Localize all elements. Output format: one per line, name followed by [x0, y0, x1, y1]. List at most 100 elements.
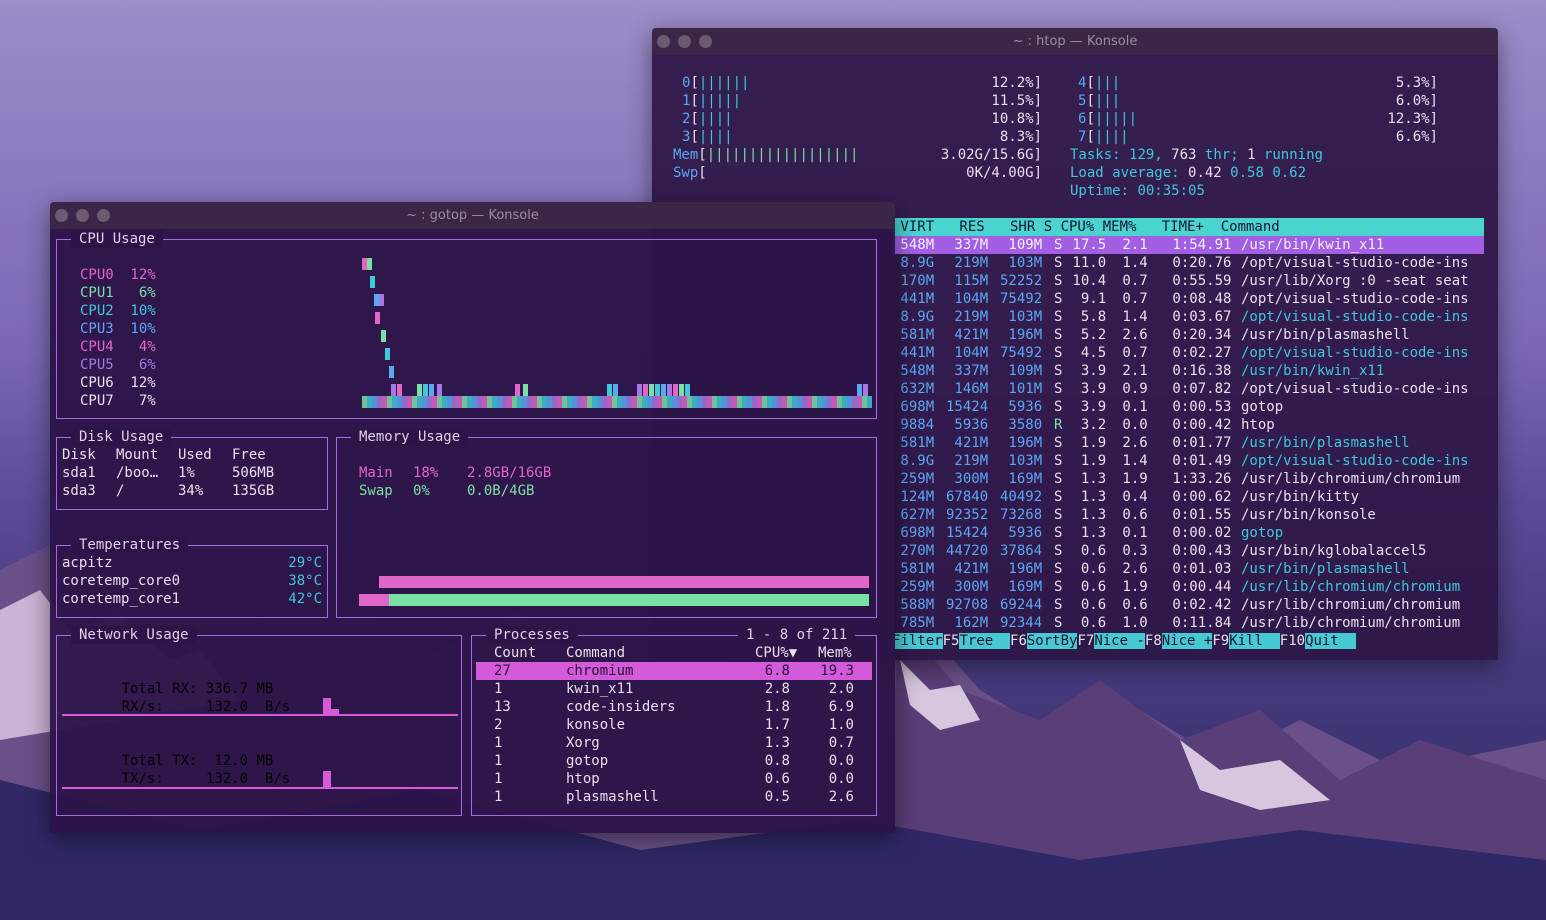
- cpu-bar: ||||: [1094, 129, 1129, 145]
- process-row[interactable]: 1 Xorg 1.3 0.7: [476, 734, 872, 752]
- htop-cell-mem: 0.6: [1114, 507, 1148, 523]
- process-row[interactable]: 2 konsole 1.7 1.0: [476, 716, 872, 734]
- htop-process-row[interactable]: 441M 104M 75492 S 4.5 0.7 0:02.27/opt/visu…: [892, 344, 1484, 362]
- cpu-percent: 10%: [130, 321, 156, 337]
- htop-load-average: Load average: 0.42 0.58 0.62: [1070, 164, 1306, 182]
- cpu-usage-panel: CPU Usage CPU0 12% CPU1 6% CPU2 10% CPU3 10% CPU…: [56, 230, 877, 419]
- htop-cell-time: 0:00.43: [1164, 543, 1232, 559]
- htop-process-row[interactable]: 8.9G 219M 103M S 11.0 1.4 0:20.76/opt/vis…: [892, 254, 1484, 272]
- gotop-titlebar[interactable]: ~ : gotop — Konsole: [50, 202, 895, 229]
- process-row[interactable]: 1 htop 0.6 0.0: [476, 770, 872, 788]
- process-mem: 0.7: [828, 735, 854, 751]
- htop-process-row[interactable]: 627M 92352 73268 S 1.3 0.6 0:01.55/usr/bin/…: [892, 506, 1484, 524]
- process-count: 1: [494, 771, 503, 787]
- process-row[interactable]: 1 gotop 0.8 0.0: [476, 752, 872, 770]
- cpu-percent: 8.3%]: [999, 129, 1042, 145]
- htop-cell-res: 5936: [946, 417, 989, 433]
- process-count: 1: [494, 735, 503, 751]
- htop-cell-shr: 40492: [1000, 489, 1043, 505]
- htop-process-row[interactable]: 441M 104M 75492 S 9.1 0.7 0:08.48/opt/visu…: [892, 290, 1484, 308]
- process-cpu: 6.8: [764, 663, 790, 679]
- htop-cell-virt: 548M: [892, 237, 935, 253]
- maximize-button[interactable]: [76, 209, 89, 222]
- process-row[interactable]: 13 code-insiders 1.8 6.9: [476, 698, 872, 716]
- htop-cell-mem: 0.0: [1114, 417, 1148, 433]
- process-row[interactable]: 1 plasmashell 0.5 2.6: [476, 788, 872, 806]
- htop-cell-cpu: 1.9: [1064, 453, 1107, 469]
- maximize-button[interactable]: [678, 35, 691, 48]
- fkey-label: Nice +: [1161, 633, 1213, 649]
- process-row[interactable]: 1 kwin_x11 2.8 2.0: [476, 680, 872, 698]
- htop-titlebar[interactable]: ~ : htop — Konsole: [652, 28, 1498, 55]
- cpu-history-mark: [397, 384, 402, 396]
- htop-cell-s: S: [1054, 453, 1063, 469]
- htop-process-row[interactable]: 548M 337M 109M S 17.5 2.1 1:54.91/usr/bin…: [892, 236, 1484, 254]
- rx-rate-label: RX/s:: [121, 699, 164, 715]
- disk-cell: 135GB: [232, 483, 275, 499]
- fkey-action-1[interactable]: Tree: [959, 633, 1011, 649]
- tasks-label: Tasks:: [1070, 147, 1121, 163]
- htop-cell-s: S: [1054, 381, 1063, 397]
- process-mem: 1.0: [828, 717, 854, 733]
- process-command: code-insiders: [566, 699, 676, 715]
- htop-process-row[interactable]: 632M 146M 101M S 3.9 0.9 0:07.82/opt/visu…: [892, 380, 1484, 398]
- htop-cell-res: 67840: [946, 489, 989, 505]
- htop-process-row[interactable]: 9884 5936 3580 R 3.2 0.0 0:00.42 htop: [892, 416, 1484, 434]
- cpu-name: CPU0: [80, 267, 114, 283]
- fkey-action-0[interactable]: Filter: [892, 633, 943, 649]
- htop-cell-mem: 0.1: [1114, 525, 1148, 541]
- htop-cell-s: S: [1054, 327, 1063, 343]
- fkey-action-6[interactable]: Quit: [1305, 633, 1356, 649]
- htop-cell-s: S: [1054, 579, 1063, 595]
- htop-cell-cpu: 3.9: [1064, 363, 1107, 379]
- htop-cell-res: 15424: [946, 399, 989, 415]
- htop-process-row[interactable]: 8.9G 219M 103M S 5.8 1.4 0:03.67/opt/visu…: [892, 308, 1484, 326]
- htop-cell-s: S: [1054, 489, 1063, 505]
- cpu-history-mark: [649, 384, 654, 396]
- htop-cell-res: 337M: [946, 363, 989, 379]
- htop-cell-time: 0:01.77: [1164, 435, 1232, 451]
- htop-process-row[interactable]: 270M 44720 37864 S 0.6 0.3 0:00.43/usr/bin/…: [892, 542, 1484, 560]
- process-cpu: 1.3: [764, 735, 790, 751]
- htop-process-row[interactable]: 259M 300M 169M S 0.6 1.9 0:00.44/usr/lib/…: [892, 578, 1484, 596]
- htop-cell-cmd: /usr/lib/chromium/chromium: [1241, 471, 1461, 487]
- close-button[interactable]: [55, 209, 68, 222]
- close-button[interactable]: [657, 35, 670, 48]
- process-row[interactable]: 27 chromium 6.8 19.3: [476, 662, 872, 680]
- fkey-action-5[interactable]: Kill: [1229, 633, 1280, 649]
- htop-table-header[interactable]: VIRT RES SHR S CPU% MEM% TIME+ Command: [892, 218, 1484, 236]
- htop-process-row[interactable]: 698M 15424 5936 S 1.3 0.1 0:00.02 gotop: [892, 524, 1484, 542]
- htop-cell-shr: 75492: [1000, 291, 1043, 307]
- htop-process-row[interactable]: 698M 15424 5936 S 3.9 0.1 0:00.53 gotop: [892, 398, 1484, 416]
- bracket: [: [690, 75, 699, 91]
- htop-process-row[interactable]: 124M 67840 40492 S 1.3 0.4 0:00.62/usr/bin/…: [892, 488, 1484, 506]
- fkey-f6: F6: [1010, 633, 1027, 649]
- htop-process-row[interactable]: 785M 162M 92344 S 0.6 1.0 0:11.84/usr/lib/…: [892, 614, 1484, 632]
- htop-process-row[interactable]: 581M 421M 196M S 0.6 2.6 0:01.03/usr/bin/…: [892, 560, 1484, 578]
- process-cpu: 1.7: [764, 717, 790, 733]
- minimize-button[interactable]: [97, 209, 110, 222]
- minimize-button[interactable]: [699, 35, 712, 48]
- htop-cell-s: S: [1054, 615, 1063, 631]
- htop-process-row[interactable]: 259M 300M 169M S 1.3 1.9 1:33.26/usr/lib/…: [892, 470, 1484, 488]
- htop-process-row[interactable]: 170M 115M 52252 S 10.4 0.7 0:55.59/usr/lib…: [892, 272, 1484, 290]
- htop-cell-res: 421M: [946, 561, 989, 577]
- fkey-action-4[interactable]: Nice +: [1161, 633, 1213, 649]
- htop-process-row[interactable]: 588M 92708 69244 S 0.6 0.6 0:02.42/usr/lib/…: [892, 596, 1484, 614]
- htop-process-row[interactable]: 548M 337M 109M S 3.9 2.1 0:16.38/usr/bin/…: [892, 362, 1484, 380]
- htop-process-row[interactable]: 581M 421M 196M S 1.9 2.6 0:01.77/usr/bin/…: [892, 434, 1484, 452]
- cpu-percent: 10.8%]: [991, 111, 1042, 127]
- htop-cpu-meter: 4[||| 5.3%]: [1078, 74, 1438, 92]
- htop-cell-virt: 170M: [892, 273, 935, 289]
- htop-cell-res: 15424: [946, 525, 989, 541]
- htop-cell-cpu: 1.3: [1064, 507, 1107, 523]
- htop-cell-s: S: [1054, 525, 1063, 541]
- htop-cell-mem: 2.1: [1114, 363, 1148, 379]
- fkey-action-2[interactable]: SortBy: [1026, 633, 1078, 649]
- htop-process-row[interactable]: 581M 421M 196M S 5.2 2.6 0:20.34/usr/bin/…: [892, 326, 1484, 344]
- memory-usage-title: Memory Usage: [351, 428, 469, 446]
- htop-process-row[interactable]: 8.9G 219M 103M S 1.9 1.4 0:01.49/opt/visu…: [892, 452, 1484, 470]
- htop-cell-shr: 196M: [1000, 435, 1043, 451]
- bracket: [: [690, 111, 699, 127]
- fkey-action-3[interactable]: Nice -: [1094, 633, 1145, 649]
